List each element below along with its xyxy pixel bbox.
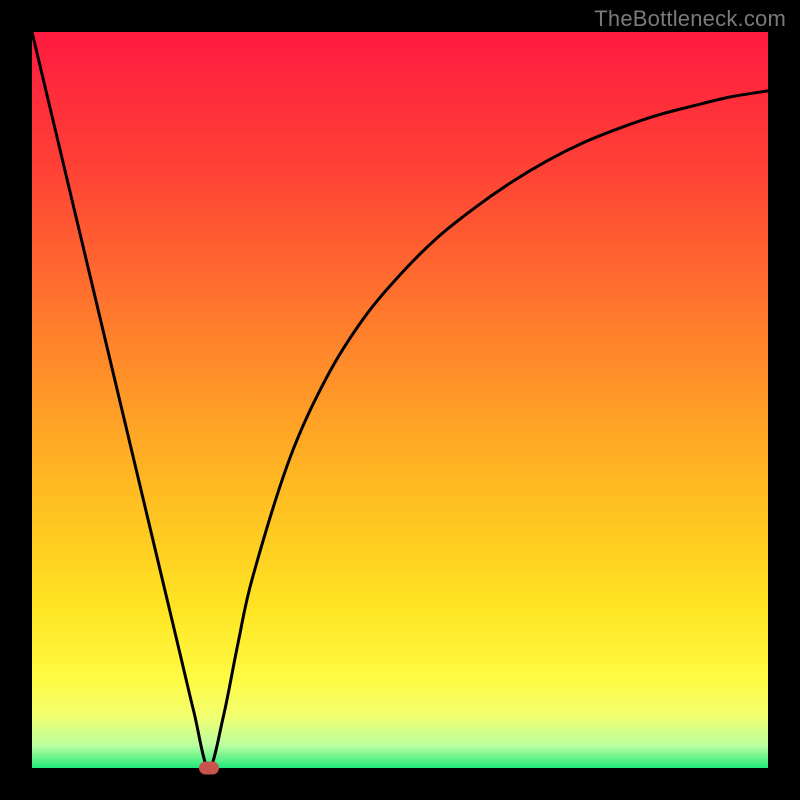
chart-frame: TheBottleneck.com	[0, 0, 800, 800]
optimum-marker	[199, 762, 219, 775]
watermark-text: TheBottleneck.com	[594, 6, 786, 32]
bottleneck-curve	[32, 32, 768, 768]
curve-path	[32, 32, 768, 768]
